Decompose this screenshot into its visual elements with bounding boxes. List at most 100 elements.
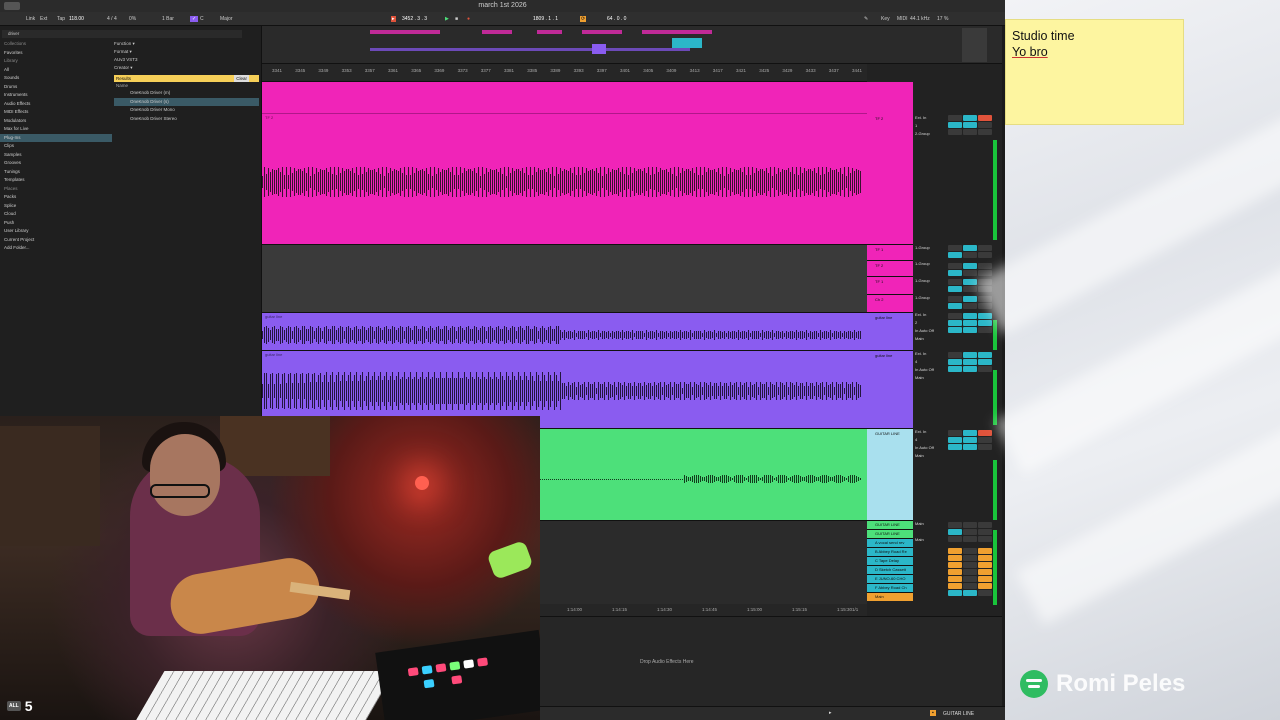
- clear-button[interactable]: Clear: [234, 75, 249, 82]
- record-icon[interactable]: ●: [467, 16, 470, 22]
- track-header[interactable]: guitar line: [867, 312, 913, 350]
- input-type[interactable]: Ext. In: [913, 311, 948, 319]
- browser-filter[interactable]: AUv3 VST3: [114, 56, 259, 64]
- input-channel[interactable]: 2: [913, 319, 948, 327]
- loop-length[interactable]: 64 . 0 . 0: [607, 16, 626, 22]
- monitor-switch[interactable]: In Auto Off: [913, 327, 948, 335]
- sidebar-item[interactable]: Cloud: [0, 210, 112, 219]
- window-controls[interactable]: [4, 2, 20, 10]
- draw-icon[interactable]: ✎: [864, 16, 868, 22]
- output-routing[interactable]: 1-Group: [913, 244, 948, 252]
- sidebar-item[interactable]: Instruments: [0, 91, 112, 100]
- sidebar-item[interactable]: Plug-Ins: [0, 133, 112, 142]
- output-routing[interactable]: 1-Group: [913, 277, 948, 285]
- track-header[interactable]: GUITAR LINE: [867, 428, 913, 520]
- return-track-header[interactable]: C Tape Delay: [867, 556, 913, 565]
- scale-select[interactable]: Major: [220, 16, 233, 22]
- sidebar-item[interactable]: Add Folder...: [0, 244, 112, 253]
- output-routing[interactable]: 1-Group: [913, 294, 948, 302]
- output-routing[interactable]: Main: [913, 452, 948, 460]
- swing-field[interactable]: 0%: [129, 16, 136, 22]
- scale-icon[interactable]: ✓: [190, 16, 199, 22]
- sidebar-item[interactable]: Modulators: [0, 117, 112, 126]
- track-header-tf2[interactable]: TF 2: [867, 82, 913, 244]
- sidebar-item[interactable]: Samples: [0, 151, 112, 160]
- beat-ruler[interactable]: 3341 3345 3349 3353 3357 3361 3365 3369 3373 3377…: [262, 64, 867, 82]
- input-channel[interactable]: 1: [913, 122, 948, 130]
- midi-map-button[interactable]: MIDI: [897, 16, 908, 22]
- track-header[interactable]: TF 1: [867, 244, 913, 260]
- group-tracks-area[interactable]: [262, 244, 867, 312]
- sidebar-item[interactable]: Templates: [0, 176, 112, 185]
- play-icon[interactable]: ▶: [445, 16, 449, 22]
- browser-filter[interactable]: Function ▾: [114, 40, 259, 48]
- name-column-header[interactable]: Name: [114, 82, 259, 89]
- sidebar-item[interactable]: Push: [0, 219, 112, 228]
- loop-start[interactable]: 1809 . 1 . 1: [533, 16, 558, 22]
- mixer-strip[interactable]: [948, 244, 992, 259]
- return-track-header[interactable]: E JUNO-60 CHO: [867, 574, 913, 583]
- output-routing[interactable]: Main: [913, 374, 948, 382]
- return-track-header[interactable]: Main: [867, 592, 913, 601]
- return-track-header[interactable]: F Abbey Road Ch: [867, 583, 913, 592]
- link-button[interactable]: Link: [26, 16, 35, 22]
- return-track-header[interactable]: GUITAR LINE: [867, 520, 913, 529]
- stop-icon[interactable]: ■: [455, 16, 458, 22]
- result-item[interactable]: OneKnob Driver (s): [114, 97, 259, 106]
- mixer-strip[interactable]: [948, 262, 992, 277]
- output-routing[interactable]: 1-Group: [913, 260, 948, 268]
- mixer-strip[interactable]: [948, 312, 992, 334]
- return-track-header[interactable]: D Sketch Cassett: [867, 565, 913, 574]
- sidebar-item[interactable]: Tunings: [0, 168, 112, 177]
- sticky-note[interactable]: Studio time Yo bro: [1005, 19, 1184, 125]
- mixer-strip[interactable]: [948, 351, 992, 373]
- mixer-strip[interactable]: [948, 114, 992, 136]
- browser-search-input[interactable]: driver: [2, 30, 242, 38]
- browser-filter[interactable]: Creator ▾: [114, 64, 259, 72]
- return-track-header[interactable]: GUITAR LINE: [867, 529, 913, 538]
- sidebar-item[interactable]: MIDI Effects: [0, 108, 112, 117]
- result-item[interactable]: OneKnob Driver Mono: [114, 106, 259, 115]
- result-item[interactable]: OneKnob Driver (m): [114, 89, 259, 98]
- time-signature[interactable]: 4 / 4: [107, 16, 117, 22]
- track-lane-guitar-line-1[interactable]: guitar line: [262, 312, 867, 350]
- sidebar-item[interactable]: Clips: [0, 142, 112, 151]
- sidebar-item[interactable]: Audio Effects: [0, 100, 112, 109]
- monitor-switch[interactable]: In Auto Off: [913, 444, 948, 452]
- return-strips[interactable]: [948, 547, 992, 597]
- output-routing[interactable]: Main: [913, 536, 948, 544]
- input-channel[interactable]: 4: [913, 358, 948, 366]
- sidebar-item[interactable]: All: [0, 66, 112, 75]
- input-type[interactable]: Ext. In: [913, 428, 948, 436]
- sidebar-item[interactable]: Favorites: [0, 49, 112, 58]
- mixer-strip[interactable]: [948, 429, 992, 451]
- browser-filter[interactable]: Format ▾: [114, 48, 259, 56]
- input-type[interactable]: Ext. In: [913, 114, 948, 122]
- output-routing[interactable]: 2-Group: [913, 130, 948, 138]
- arrangement-position[interactable]: 3452 . 3 . 3: [402, 16, 427, 22]
- return-track-header[interactable]: A vocal send rev: [867, 538, 913, 547]
- monitor-switch[interactable]: In Auto Off: [913, 366, 948, 374]
- track-header[interactable]: Ch 2: [867, 294, 913, 312]
- sidebar-item[interactable]: Drums: [0, 83, 112, 92]
- key-select[interactable]: C: [200, 16, 204, 22]
- sidebar-item[interactable]: Sounds: [0, 74, 112, 83]
- output-routing[interactable]: Main: [913, 520, 948, 528]
- sidebar-item[interactable]: Grooves: [0, 159, 112, 168]
- track-header[interactable]: guitar line: [867, 350, 913, 428]
- sidebar-item[interactable]: User Library: [0, 227, 112, 236]
- return-track-header[interactable]: B Abbey Road Re: [867, 547, 913, 556]
- mixer-strip[interactable]: [948, 521, 992, 543]
- quantize-select[interactable]: 1 Bar: [162, 16, 174, 22]
- track-header[interactable]: TF 1: [867, 276, 913, 294]
- track-header[interactable]: TF 2: [867, 260, 913, 276]
- input-channel[interactable]: 4: [913, 436, 948, 444]
- sidebar-item[interactable]: Max for Live: [0, 125, 112, 134]
- sidebar-item[interactable]: Current Project: [0, 236, 112, 245]
- ext-button[interactable]: Ext: [40, 16, 47, 22]
- sidebar-item[interactable]: Packs: [0, 193, 112, 202]
- arrow-icon[interactable]: ▸: [829, 710, 832, 716]
- arrangement-overview[interactable]: [262, 26, 1002, 64]
- tempo-field[interactable]: 118.00: [69, 16, 84, 22]
- input-type[interactable]: Ext. In: [913, 350, 948, 358]
